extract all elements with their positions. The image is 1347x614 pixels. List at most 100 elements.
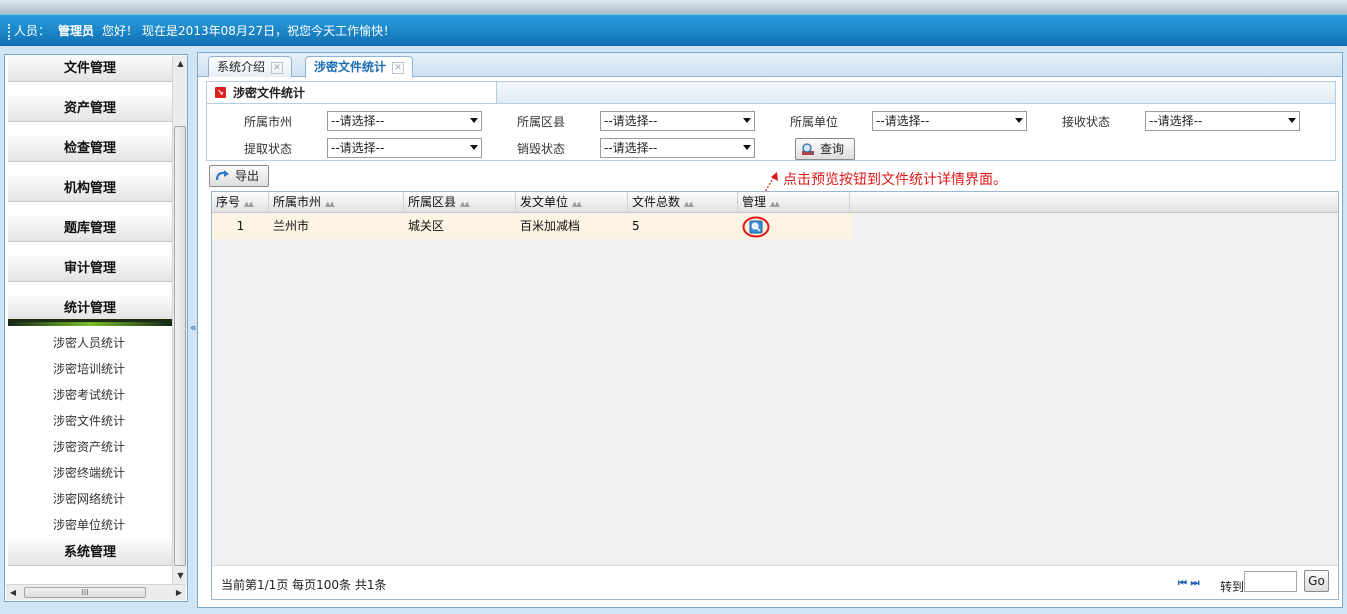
sidebar-item-network-stats[interactable]: 涉密网络统计 — [6, 486, 172, 512]
export-button[interactable]: 导出 — [209, 165, 269, 187]
goto-page-input[interactable] — [1244, 571, 1297, 592]
column-header-file-count[interactable]: 文件总数 ▲▲ — [628, 192, 738, 213]
sidebar-item-file-stats[interactable]: 涉密文件统计 — [6, 408, 172, 434]
data-grid: 序号 ▲▲ 所属市州 ▲▲ 所属区县 ▲▲ 发文单位 ▲▲ 文件总数 ▲▲ 管理 ▲▲ 1 … — [211, 191, 1339, 600]
close-icon[interactable]: ✕ — [392, 61, 405, 74]
cell-file-count: 5 — [632, 219, 640, 233]
column-header-county[interactable]: 所属区县 ▲▲ — [404, 192, 516, 213]
go-button[interactable]: Go — [1304, 570, 1329, 592]
unit-label: 所属单位 — [790, 115, 839, 129]
sidebar-item-personnel-stats[interactable]: 涉密人员统计 — [6, 330, 172, 356]
city-label: 所属市州 — [244, 115, 293, 129]
scroll-grip: III — [81, 588, 89, 597]
destroy-status-label: 销毁状态 — [517, 142, 566, 156]
cell-city: 兰州市 — [273, 219, 310, 233]
first-page-icon[interactable]: ⏮ — [1178, 578, 1187, 589]
scroll-up-arrow-icon[interactable]: ▲ — [173, 56, 188, 72]
arrow-box-icon: ↘ — [215, 87, 226, 98]
query-button[interactable]: 查询 — [795, 138, 855, 160]
top-header: 人员： 管理员 您好！ 现在是2013年08月27日，祝您今天工作愉快！ — [0, 14, 1347, 46]
column-header-city[interactable]: 所属市州 ▲▲ — [269, 192, 404, 213]
main-frame: 文件管理 资产管理 检查管理 机构管理 题库管理 审计管理 统计管理 涉密人员统… — [0, 46, 1347, 614]
filter-title: ↘ 涉密文件统计 — [207, 82, 497, 104]
scroll-down-arrow-icon[interactable]: ▼ — [173, 568, 188, 584]
city-select[interactable]: --请选择-- — [327, 111, 482, 131]
sidebar-group-label: 文件管理 — [8, 56, 172, 82]
sort-icon[interactable]: ▲▲ — [460, 200, 470, 208]
close-icon[interactable]: ✕ — [271, 61, 284, 74]
sidebar-group-system[interactable]: 系统管理 — [6, 540, 172, 566]
sidebar-group-label: 审计管理 — [8, 256, 172, 282]
extract-status-label: 提取状态 — [244, 142, 293, 156]
last-page-icon[interactable]: ⏭ — [1190, 578, 1199, 589]
sort-icon[interactable]: ▲▲ — [244, 200, 254, 208]
pager-nav: ⏮ ⏭ — [1178, 578, 1199, 589]
sidebar-group-org[interactable]: 机构管理 — [6, 166, 172, 206]
sidebar-group-label: 题库管理 — [8, 216, 172, 242]
preview-button[interactable] — [742, 216, 770, 238]
sidebar-group-file[interactable]: 文件管理 — [6, 56, 172, 86]
sidebar-group-audit[interactable]: 审计管理 — [6, 246, 172, 286]
column-header-manage[interactable]: 管理 ▲▲ — [738, 192, 850, 213]
user-label: 人员： — [14, 24, 51, 38]
user-name: 管理员 — [58, 24, 95, 38]
scroll-right-arrow-icon[interactable]: ▶ — [172, 585, 186, 601]
sidebar-group-label: 资产管理 — [8, 96, 172, 122]
sort-icon[interactable]: ▲▲ — [572, 200, 582, 208]
window-top-strip — [0, 0, 1347, 14]
column-title: 发文单位 — [520, 195, 569, 209]
tab-file-stats[interactable]: 涉密文件统计 ✕ — [305, 56, 414, 78]
table-row[interactable]: 1 兰州市 城关区 百米加减档 5 — [212, 214, 852, 239]
receive-status-select[interactable]: --请选择-- — [1145, 111, 1300, 131]
sidebar-group-label: 统计管理 — [8, 296, 172, 322]
tab-label: 系统介绍 — [217, 60, 266, 74]
cell-unit: 百米加减档 — [520, 219, 581, 233]
pager-info: 当前第1/1页 每页100条 共1条 — [221, 578, 387, 592]
tab-label: 涉密文件统计 — [314, 60, 387, 74]
sidebar-group-label: 检查管理 — [8, 136, 172, 162]
content-panel: 系统介绍 ✕ 涉密文件统计 ✕ ↘ 涉密文件统计 所属市州 --请选择-- 所属区县 … — [197, 52, 1343, 608]
sidebar-group-asset[interactable]: 资产管理 — [6, 86, 172, 126]
scroll-thumb-horizontal[interactable]: III — [24, 587, 146, 598]
select-value: --请选择-- — [331, 141, 385, 155]
sort-icon[interactable]: ▲▲ — [684, 200, 694, 208]
sidebar-item-terminal-stats[interactable]: 涉密终端统计 — [6, 460, 172, 486]
sidebar-item-exam-stats[interactable]: 涉密考试统计 — [6, 382, 172, 408]
column-title: 管理 — [742, 195, 767, 209]
sidebar-vertical-scrollbar[interactable]: ▲ ▼ — [172, 56, 187, 584]
destroy-status-select[interactable]: --请选择-- — [600, 138, 755, 158]
county-label: 所属区县 — [517, 115, 566, 129]
column-header-unit[interactable]: 发文单位 ▲▲ — [516, 192, 628, 213]
dropdown-arrow-icon — [470, 145, 478, 150]
select-value: --请选择-- — [604, 141, 658, 155]
sidebar-item-asset-stats[interactable]: 涉密资产统计 — [6, 434, 172, 460]
sidebar-group-questions[interactable]: 题库管理 — [6, 206, 172, 246]
scroll-thumb[interactable] — [174, 126, 186, 566]
column-title: 序号 — [216, 195, 241, 209]
grid-header: 序号 ▲▲ 所属市州 ▲▲ 所属区县 ▲▲ 发文单位 ▲▲ 文件总数 ▲▲ 管理 ▲▲ — [212, 192, 1338, 213]
select-value: --请选择-- — [604, 114, 658, 128]
unit-select[interactable]: --请选择-- — [872, 111, 1027, 131]
dropdown-arrow-icon — [470, 118, 478, 123]
sidebar-group-inspect[interactable]: 检查管理 — [6, 126, 172, 166]
column-header-index[interactable]: 序号 ▲▲ — [212, 192, 269, 213]
county-select[interactable]: --请选择-- — [600, 111, 755, 131]
dropdown-arrow-icon — [743, 118, 751, 123]
header-grip — [8, 23, 10, 40]
extract-status-select[interactable]: --请选择-- — [327, 138, 482, 158]
column-title: 文件总数 — [632, 195, 681, 209]
annotation-text: 点击预览按钮到文件统计详情界面。 — [783, 172, 1007, 188]
sort-icon[interactable]: ▲▲ — [325, 200, 335, 208]
receive-status-label: 接收状态 — [1062, 115, 1111, 129]
sidebar-horizontal-scrollbar[interactable]: ◀ III ▶ — [6, 584, 186, 600]
sort-icon[interactable]: ▲▲ — [770, 200, 780, 208]
pager: 当前第1/1页 每页100条 共1条 ⏮ ⏭ 转到 Go — [212, 565, 1338, 599]
sidebar-item-training-stats[interactable]: 涉密培训统计 — [6, 356, 172, 382]
cell-index: 1 — [236, 219, 245, 233]
sidebar-item-unit-stats[interactable]: 涉密单位统计 — [6, 512, 172, 538]
tab-system-intro[interactable]: 系统介绍 ✕ — [208, 56, 293, 77]
scroll-left-arrow-icon[interactable]: ◀ — [6, 585, 20, 601]
dropdown-arrow-icon — [1288, 118, 1296, 123]
select-value: --请选择-- — [1149, 114, 1203, 128]
sidebar-group-stats[interactable]: 统计管理 — [6, 286, 172, 326]
